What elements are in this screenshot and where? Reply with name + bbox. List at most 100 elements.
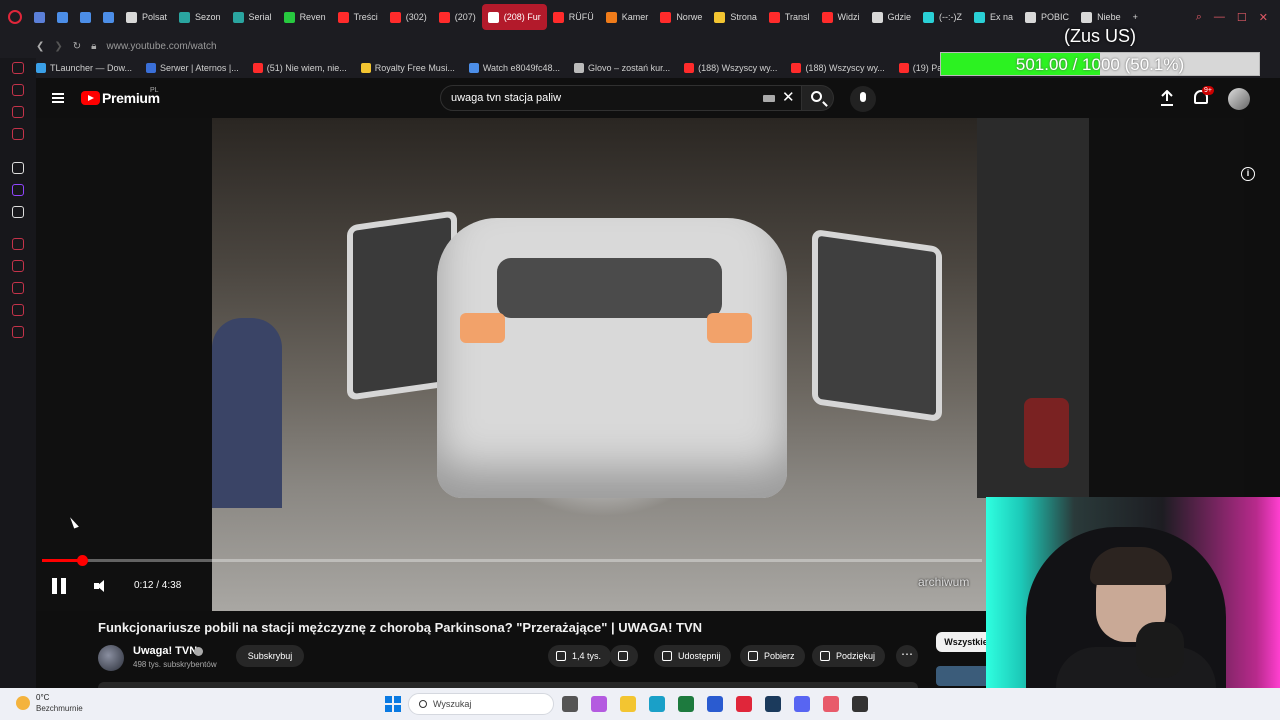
tab-label: Kamer: [621, 12, 649, 22]
photo-icon[interactable]: [823, 696, 839, 712]
keyboard-icon[interactable]: [763, 95, 775, 102]
dislike-button[interactable]: [610, 645, 638, 667]
browser-tab[interactable]: [28, 4, 51, 30]
browser-tab[interactable]: Kamer: [600, 4, 655, 30]
file-explorer-icon[interactable]: [562, 696, 578, 712]
subscribe-button[interactable]: Subskrybuj: [236, 645, 304, 667]
channel-name[interactable]: Uwaga! TVN: [133, 645, 197, 657]
close-window-icon[interactable]: ✕: [1259, 11, 1268, 24]
browser-tab[interactable]: Ex na: [968, 4, 1019, 30]
account-avatar[interactable]: [1228, 88, 1250, 110]
browser-tab[interactable]: [51, 4, 74, 30]
browser-tab[interactable]: Serial: [227, 4, 278, 30]
sidebar-aria-icon[interactable]: [12, 84, 24, 96]
forward-icon[interactable]: ❯: [54, 41, 62, 52]
sidebar-extensions-icon[interactable]: [12, 304, 24, 316]
browser-tab[interactable]: (207): [433, 4, 482, 30]
browser-tab[interactable]: (302): [384, 4, 433, 30]
volume-icon[interactable]: [94, 580, 108, 592]
voice-search-button[interactable]: [850, 86, 876, 112]
sidebar-history-icon[interactable]: [12, 282, 24, 294]
sidebar-twitch-icon[interactable]: [12, 184, 24, 196]
browser-tab[interactable]: Strona: [708, 4, 763, 30]
upload-icon[interactable]: [1160, 90, 1174, 106]
bookmark-item[interactable]: Royalty Free Musi...: [360, 63, 455, 73]
bookmark-item[interactable]: Glovo – zostań kur...: [574, 63, 670, 73]
steam-icon[interactable]: [765, 696, 781, 712]
tab-label: Ex na: [990, 12, 1014, 22]
discord-icon[interactable]: [794, 696, 810, 712]
reload-icon[interactable]: ↻: [73, 41, 81, 52]
edge-icon[interactable]: [649, 696, 665, 712]
back-icon[interactable]: ❮: [36, 41, 44, 52]
start-tile: [385, 705, 392, 712]
visual-studio-icon[interactable]: [707, 696, 723, 712]
menu-icon[interactable]: [52, 93, 64, 103]
url-field[interactable]: www.youtube.com/watch: [107, 41, 217, 52]
folder-icon[interactable]: [620, 696, 636, 712]
sidebar-wallet-icon[interactable]: [12, 260, 24, 272]
search-input[interactable]: [451, 86, 751, 110]
browser-tab[interactable]: Widzi: [816, 4, 866, 30]
progress-scrubber[interactable]: [77, 555, 89, 566]
sidebar-x-icon[interactable]: [12, 206, 24, 218]
weather-temperature: 0°C: [36, 693, 50, 702]
like-button[interactable]: 1,4 tys.: [548, 645, 612, 667]
browser-tab[interactable]: (--:-)Z: [917, 4, 968, 30]
bookmark-item[interactable]: Watch e8049fc48...: [468, 63, 560, 73]
search-tabs-icon[interactable]: ⌕: [1196, 11, 1202, 24]
browser-tab[interactable]: (208) Fur: [481, 4, 547, 30]
copilot-icon[interactable]: [591, 696, 607, 712]
windows-start-icon[interactable]: [385, 696, 401, 712]
excel-icon[interactable]: [678, 696, 694, 712]
sidebar-messenger-icon[interactable]: [12, 106, 24, 118]
maximize-icon[interactable]: ☐: [1237, 11, 1247, 24]
browser-tab[interactable]: [74, 4, 97, 30]
more-actions-button[interactable]: ⋯: [896, 645, 918, 667]
share-button[interactable]: Udostępnij: [654, 645, 731, 667]
browser-tab[interactable]: Transl: [763, 4, 816, 30]
browser-tab[interactable]: Norwe: [654, 4, 708, 30]
taskbar-search[interactable]: Wyszukaj: [408, 693, 554, 715]
tab-favicon-icon: [552, 11, 564, 23]
progress-played: [42, 559, 83, 562]
opera-logo-icon[interactable]: [8, 10, 22, 24]
subscriber-count: 498 tys. subskrybentów: [133, 660, 217, 669]
tab-favicon-icon: [283, 11, 295, 23]
opera-icon[interactable]: [736, 696, 752, 712]
browser-tab[interactable]: Sezon: [173, 4, 227, 30]
browser-tab[interactable]: Treści: [332, 4, 384, 30]
clear-search-icon[interactable]: ✕: [782, 90, 795, 105]
download-icon: [748, 651, 758, 661]
sidebar-home-icon[interactable]: [12, 62, 24, 74]
bookmark-item[interactable]: TLauncher — Dow...: [36, 63, 132, 73]
bookmark-item[interactable]: (51) Nie wiem, nie...: [252, 63, 347, 73]
thanks-button[interactable]: Podziękuj: [812, 645, 886, 667]
video-frame[interactable]: archiwum: [212, 118, 1089, 611]
bookmark-item[interactable]: (188) Wszyscy wy...: [684, 63, 777, 73]
sidebar-player-icon[interactable]: [12, 238, 24, 250]
tab-favicon-icon: [337, 11, 349, 23]
xbox-icon[interactable]: [852, 696, 868, 712]
browser-tab[interactable]: RÜFÜ: [547, 4, 600, 30]
bookmark-item[interactable]: (188) Wszyscy wy...: [791, 63, 885, 73]
sidebar-tiktok-icon[interactable]: [12, 162, 24, 174]
youtube-logo-icon[interactable]: [81, 91, 100, 105]
sidebar-settings-icon[interactable]: [12, 326, 24, 338]
browser-tab[interactable]: Reven: [278, 4, 332, 30]
pause-icon[interactable]: [52, 578, 66, 594]
browser-tab[interactable]: [97, 4, 120, 30]
browser-tab[interactable]: Gdzie: [866, 4, 918, 30]
info-icon[interactable]: i: [1241, 167, 1255, 181]
download-button[interactable]: Pobierz: [740, 645, 805, 667]
weather-icon[interactable]: [16, 696, 30, 710]
browser-tab[interactable]: Polsat: [120, 4, 173, 30]
sidebar-music-icon[interactable]: [12, 128, 24, 140]
channel-avatar[interactable]: [98, 645, 124, 671]
progress-bar[interactable]: [42, 555, 982, 566]
bookmark-favicon-icon: [468, 63, 479, 73]
minimize-icon[interactable]: —: [1214, 11, 1225, 24]
opera-sidebar: [0, 58, 36, 688]
bookmark-item[interactable]: Serwer | Aternos |...: [146, 63, 239, 73]
search-button[interactable]: [802, 85, 834, 111]
